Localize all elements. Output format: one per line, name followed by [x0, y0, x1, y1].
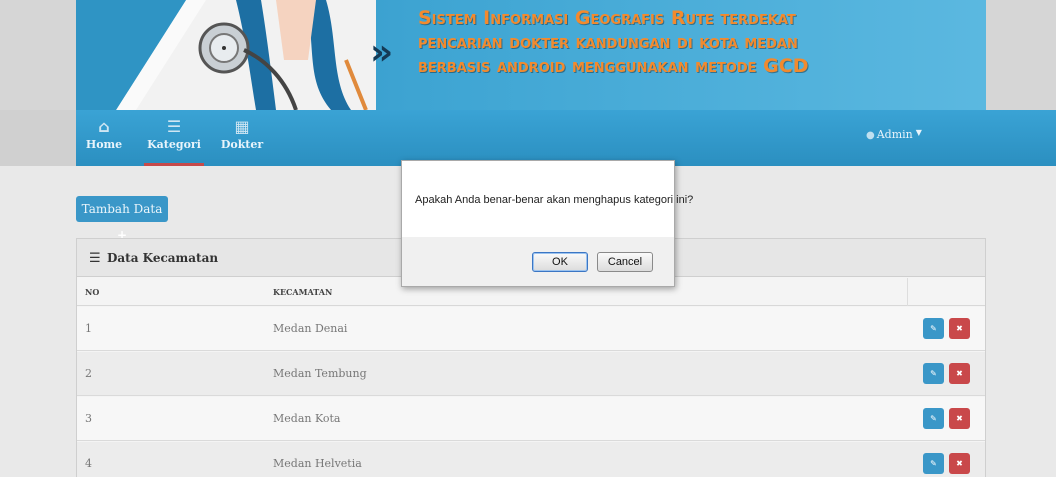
user-menu[interactable]: ● Admin ▼: [866, 128, 922, 141]
doctor-stethoscope-image: [76, 0, 376, 110]
delete-button[interactable]: ✖: [949, 408, 970, 429]
cell-kecamatan: Medan Tembung: [273, 367, 367, 380]
nav-item-dokter[interactable]: ▦ Dokter: [214, 116, 270, 166]
user-icon: ●: [866, 130, 875, 141]
delete-button[interactable]: ✖: [949, 363, 970, 384]
caret-down-icon: ▼: [915, 128, 922, 137]
edit-button[interactable]: ✎: [923, 363, 944, 384]
double-chevron-icon: »: [370, 32, 393, 73]
table-row: 3 Medan Kota ✎ ✖: [77, 397, 985, 441]
cell-no: 4: [85, 457, 92, 470]
add-data-button[interactable]: Tambah Data +: [76, 196, 168, 242]
table-row: 2 Medan Tembung ✎ ✖: [77, 352, 985, 396]
edit-button[interactable]: ✎: [923, 453, 944, 474]
table-list-icon: ☰: [89, 251, 101, 266]
list-icon: ☰: [166, 117, 182, 136]
column-header-kecamatan: KECAMATAN: [273, 287, 333, 297]
delete-button[interactable]: ✖: [949, 318, 970, 339]
cell-kecamatan: Medan Kota: [273, 412, 341, 425]
table-row: 4 Medan Helvetia ✎ ✖: [77, 442, 985, 477]
add-data-label: Tambah Data: [81, 202, 163, 216]
site-title-line-2: pencarian dokter kandungan di kota medan: [418, 31, 798, 53]
nav-item-home[interactable]: ⌂ Home: [76, 116, 132, 166]
header-banner: » Sistem Informasi Geografis Rute terdek…: [0, 0, 1056, 110]
nav-item-kategori[interactable]: ☰ Kategori: [144, 116, 204, 166]
cell-no: 2: [85, 367, 92, 380]
nav-item-kategori-label: Kategori: [147, 138, 201, 151]
cell-kecamatan: Medan Helvetia: [273, 457, 362, 470]
cell-kecamatan: Medan Denai: [273, 322, 348, 335]
dialog-body: Apakah Anda benar-benar akan menghapus k…: [402, 161, 693, 237]
cell-no: 3: [85, 412, 92, 425]
cell-no: 1: [85, 322, 92, 335]
edit-button[interactable]: ✎: [923, 408, 944, 429]
column-divider: [907, 278, 908, 306]
main-navbar: ⌂ Home ☰ Kategori ▦ Dokter ● Admin ▼: [0, 110, 1056, 166]
edit-button[interactable]: ✎: [923, 318, 944, 339]
delete-button[interactable]: ✖: [949, 453, 970, 474]
cancel-button[interactable]: Cancel: [597, 252, 653, 272]
banner-inner: » Sistem Informasi Geografis Rute terdek…: [76, 0, 986, 110]
site-title-line-3: berbasis android menggunakan metode GCD: [418, 55, 809, 77]
ok-button[interactable]: OK: [532, 252, 588, 272]
user-menu-label: Admin: [876, 128, 913, 141]
navbar-inner: ⌂ Home ☰ Kategori ▦ Dokter ● Admin ▼: [76, 110, 1056, 166]
site-title: Sistem Informasi Geografis Rute terdekat…: [418, 6, 978, 78]
confirm-dialog: Apakah Anda benar-benar akan menghapus k…: [401, 160, 693, 287]
column-header-no: NO: [85, 287, 100, 297]
dialog-message: Apakah Anda benar-benar akan menghapus k…: [415, 194, 694, 206]
table-row: 1 Medan Denai ✎ ✖: [77, 307, 985, 351]
site-title-line-1: Sistem Informasi Geografis Rute terdekat: [418, 7, 796, 29]
panel-title: Data Kecamatan: [107, 251, 219, 265]
nav-item-home-label: Home: [85, 138, 123, 151]
calendar-icon: ▦: [234, 117, 250, 136]
nav-item-dokter-label: Dokter: [220, 138, 264, 151]
home-icon: ⌂: [98, 117, 110, 136]
